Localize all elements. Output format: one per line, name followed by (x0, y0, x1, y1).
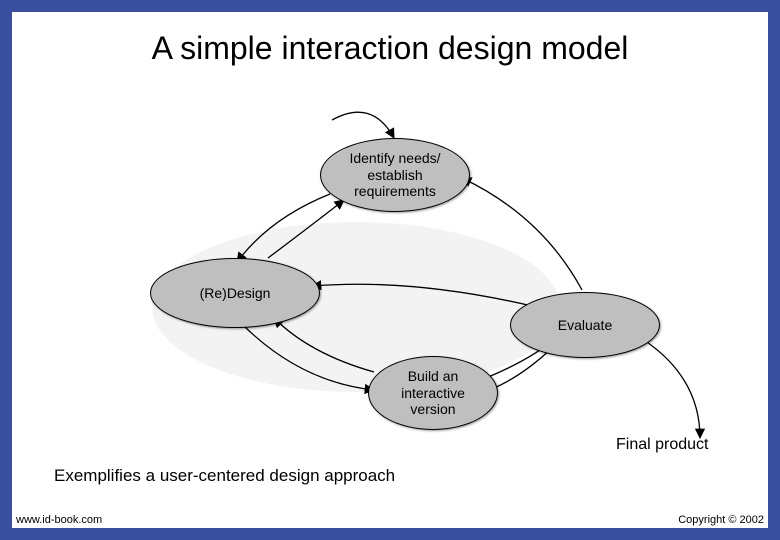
slide-title: A simple interaction design model (12, 30, 768, 67)
t: establish (367, 167, 422, 183)
node-redesign: (Re)Design (150, 258, 320, 328)
node-evaluate-label: Evaluate (558, 317, 612, 334)
node-build-label: Build an interactive version (401, 368, 465, 418)
caption-text: Exemplifies a user-centered design appro… (54, 466, 395, 486)
t: Build an (408, 368, 459, 384)
t: requirements (354, 183, 436, 199)
footer-url: www.id-book.com (16, 514, 102, 526)
node-identify-label: Identify needs/ establish requirements (349, 150, 440, 200)
node-redesign-label: (Re)Design (200, 285, 271, 302)
final-product-label: Final product (616, 436, 709, 454)
footer-copyright: Copyright © 2002 (678, 514, 764, 526)
t: Identify needs/ (349, 150, 440, 166)
slide-frame: A simple interaction design model I (0, 0, 780, 540)
t: interactive (401, 385, 465, 401)
node-build: Build an interactive version (368, 356, 498, 430)
node-evaluate: Evaluate (510, 292, 660, 358)
t: version (410, 401, 455, 417)
node-identify-needs: Identify needs/ establish requirements (320, 138, 470, 212)
